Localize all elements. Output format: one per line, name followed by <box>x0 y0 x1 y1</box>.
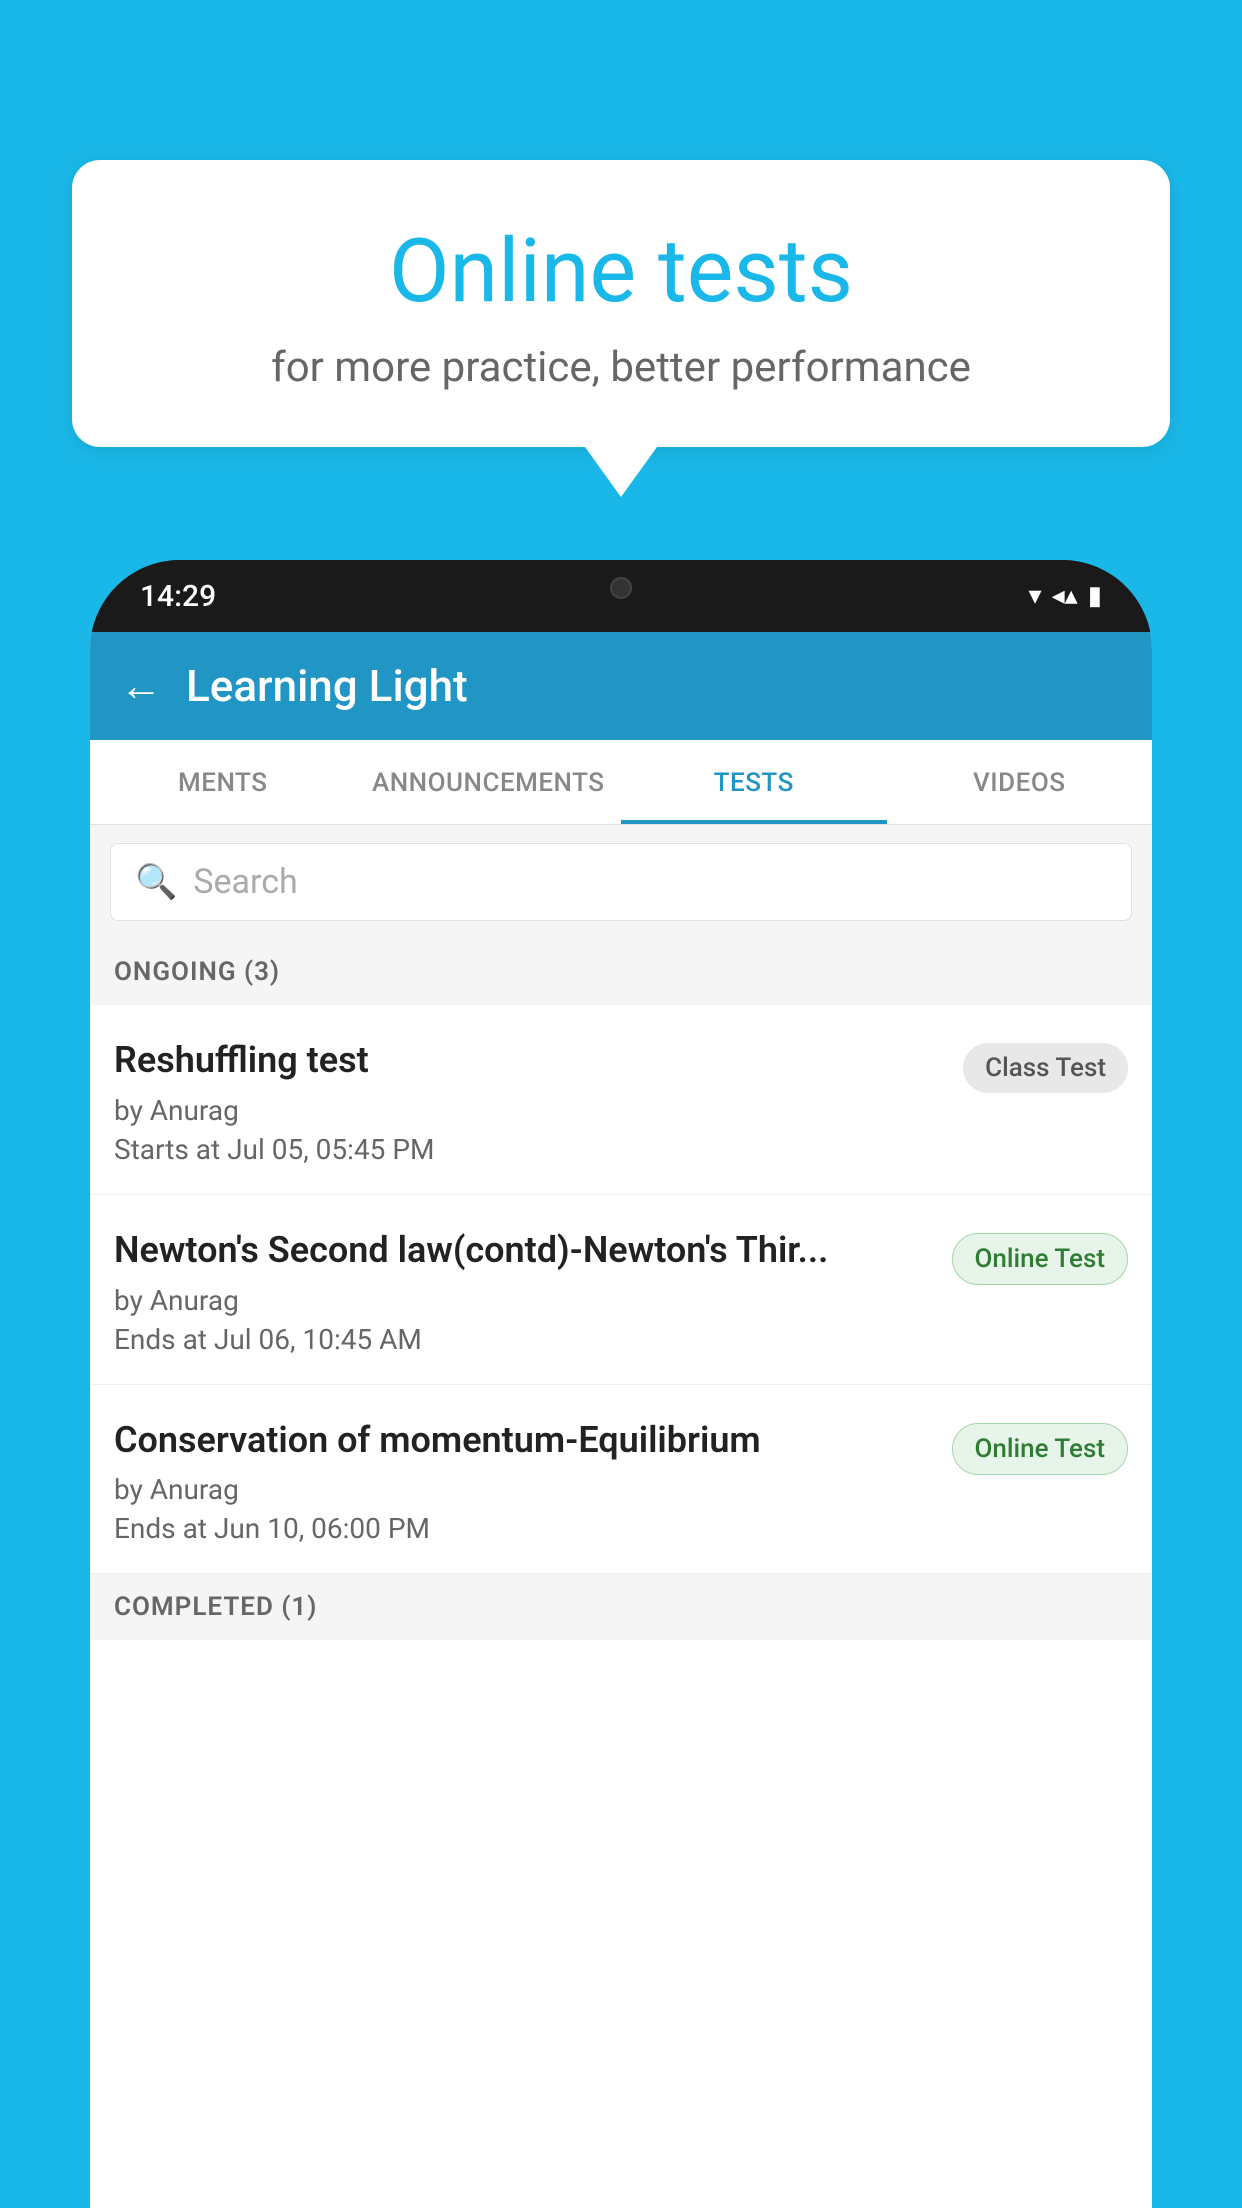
test-item-author: by Anurag <box>114 1094 943 1127</box>
search-placeholder: Search <box>193 862 297 902</box>
status-time: 14:29 <box>140 579 216 614</box>
test-list: Reshuffling test by Anurag Starts at Jul… <box>90 1005 1152 2208</box>
tab-videos[interactable]: VIDEOS <box>887 740 1153 824</box>
test-item[interactable]: Reshuffling test by Anurag Starts at Jul… <box>90 1005 1152 1195</box>
status-bar: 14:29 ▾ ◂▴ ▮ <box>90 560 1152 632</box>
tab-announcements[interactable]: ANNOUNCEMENTS <box>356 740 622 824</box>
test-item-title: Conservation of momentum-Equilibrium <box>114 1417 932 1464</box>
wifi-icon: ▾ <box>1029 581 1042 611</box>
camera-dot <box>610 577 632 599</box>
test-item-author: by Anurag <box>114 1284 932 1317</box>
status-icons: ▾ ◂▴ ▮ <box>1029 581 1102 611</box>
speech-bubble-title: Online tests <box>132 220 1110 323</box>
search-bar[interactable]: 🔍 Search <box>110 843 1132 921</box>
speech-bubble: Online tests for more practice, better p… <box>72 160 1170 447</box>
ongoing-section-header: ONGOING (3) <box>90 939 1152 1005</box>
phone-screen: ← Learning Light MENTS ANNOUNCEMENTS TES… <box>90 632 1152 2208</box>
tabs-bar: MENTS ANNOUNCEMENTS TESTS VIDEOS <box>90 740 1152 825</box>
test-item[interactable]: Newton's Second law(contd)-Newton's Thir… <box>90 1195 1152 1385</box>
test-item-time: Ends at Jun 10, 06:00 PM <box>114 1512 932 1545</box>
test-item-content: Reshuffling test by Anurag Starts at Jul… <box>114 1037 963 1166</box>
test-item-content: Newton's Second law(contd)-Newton's Thir… <box>114 1227 952 1356</box>
speech-bubble-arrow <box>585 447 657 497</box>
back-button[interactable]: ← <box>120 662 162 711</box>
tab-ments[interactable]: MENTS <box>90 740 356 824</box>
test-badge-online-2: Online Test <box>952 1423 1129 1475</box>
completed-section-header: COMPLETED (1) <box>90 1574 1152 1640</box>
speech-bubble-subtitle: for more practice, better performance <box>132 343 1110 392</box>
test-item-time: Starts at Jul 05, 05:45 PM <box>114 1133 943 1166</box>
phone-wrapper: 14:29 ▾ ◂▴ ▮ ← Learning Light MENTS <box>90 560 1152 2208</box>
test-item-author: by Anurag <box>114 1473 932 1506</box>
test-badge-class: Class Test <box>963 1043 1128 1093</box>
test-item-content: Conservation of momentum-Equilibrium by … <box>114 1417 952 1546</box>
signal-icon: ◂▴ <box>1052 581 1078 611</box>
app-title: Learning Light <box>186 660 468 712</box>
test-badge-online: Online Test <box>952 1233 1129 1285</box>
test-item-time: Ends at Jul 06, 10:45 AM <box>114 1323 932 1356</box>
phone-frame: 14:29 ▾ ◂▴ ▮ ← Learning Light MENTS <box>90 560 1152 2208</box>
search-container: 🔍 Search <box>90 825 1152 939</box>
app-header: ← Learning Light <box>90 632 1152 740</box>
search-icon: 🔍 <box>135 862 177 902</box>
phone-notch <box>531 560 711 615</box>
test-item[interactable]: Conservation of momentum-Equilibrium by … <box>90 1385 1152 1575</box>
tab-tests[interactable]: TESTS <box>621 740 887 824</box>
test-item-title: Newton's Second law(contd)-Newton's Thir… <box>114 1227 932 1274</box>
battery-icon: ▮ <box>1088 581 1102 611</box>
test-item-title: Reshuffling test <box>114 1037 943 1084</box>
speech-bubble-wrapper: Online tests for more practice, better p… <box>72 160 1170 497</box>
